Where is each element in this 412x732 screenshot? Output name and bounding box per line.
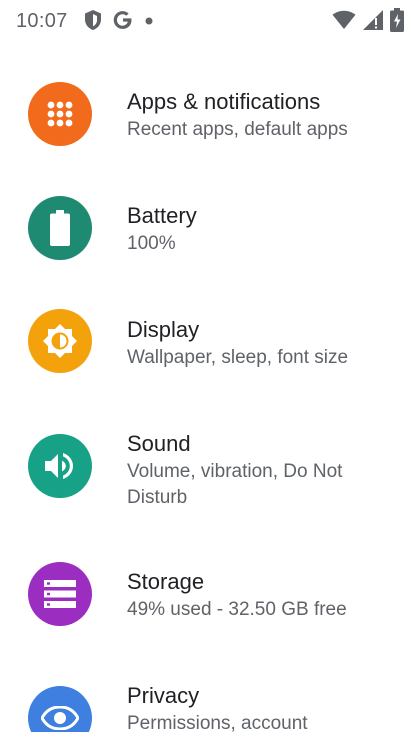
- settings-screen: 10:07 Apps & notifications Recent apps, …: [0, 0, 412, 732]
- settings-item-sound[interactable]: Sound Volume, vibration, Do Not Disturb: [0, 400, 412, 536]
- status-system-icons: [332, 7, 404, 37]
- brightness-icon: [28, 309, 92, 373]
- settings-item-subtitle: Permissions, account: [127, 713, 308, 732]
- status-bar: 10:07: [0, 0, 412, 44]
- settings-item-text: Privacy Permissions, account: [127, 682, 377, 732]
- settings-item-title: Apps & notifications: [127, 89, 321, 114]
- settings-item-subtitle: 49% used - 32.50 GB free: [127, 599, 347, 620]
- settings-item-subtitle: Volume, vibration, Do Not Disturb: [127, 461, 343, 508]
- status-time: 10:07: [16, 10, 68, 32]
- settings-item-subtitle: Wallpaper, sleep, font size: [127, 347, 349, 368]
- settings-item-text: Storage 49% used - 32.50 GB free: [127, 568, 377, 623]
- settings-item-title: Display: [127, 317, 200, 342]
- wifi-icon: [332, 10, 356, 35]
- dot-icon: [144, 13, 154, 31]
- settings-item-text: Battery 100%: [127, 202, 377, 257]
- settings-item-title: Privacy: [127, 683, 200, 708]
- settings-item-subtitle: Recent apps, default apps: [127, 119, 348, 140]
- settings-item-text: Apps & notifications Recent apps, defaul…: [127, 88, 377, 143]
- settings-item-title: Sound: [127, 431, 191, 456]
- settings-item-storage[interactable]: Storage 49% used - 32.50 GB free: [0, 538, 412, 650]
- apps-grid-icon: [28, 82, 92, 146]
- battery-icon: [390, 7, 404, 37]
- settings-item-subtitle: 100%: [127, 233, 176, 254]
- google-icon: [112, 9, 134, 36]
- storage-icon: [28, 562, 92, 626]
- eye-icon: [28, 686, 92, 732]
- settings-item-title: Storage: [127, 569, 205, 594]
- settings-item-privacy[interactable]: Privacy Permissions, account: [0, 652, 412, 732]
- signal-icon: [362, 9, 384, 36]
- settings-item-apps-notifications[interactable]: Apps & notifications Recent apps, defaul…: [0, 60, 412, 172]
- shield-notification-icon: [84, 9, 102, 36]
- settings-item-text: Display Wallpaper, sleep, font size: [127, 316, 377, 371]
- settings-item-display[interactable]: Display Wallpaper, sleep, font size: [0, 286, 412, 398]
- status-notification-icons: [84, 8, 154, 36]
- settings-item-battery[interactable]: Battery 100%: [0, 172, 412, 284]
- settings-item-title: Battery: [127, 203, 197, 228]
- settings-item-text: Sound Volume, vibration, Do Not Disturb: [127, 430, 377, 511]
- battery-setting-icon: [28, 196, 92, 260]
- volume-icon: [28, 434, 92, 498]
